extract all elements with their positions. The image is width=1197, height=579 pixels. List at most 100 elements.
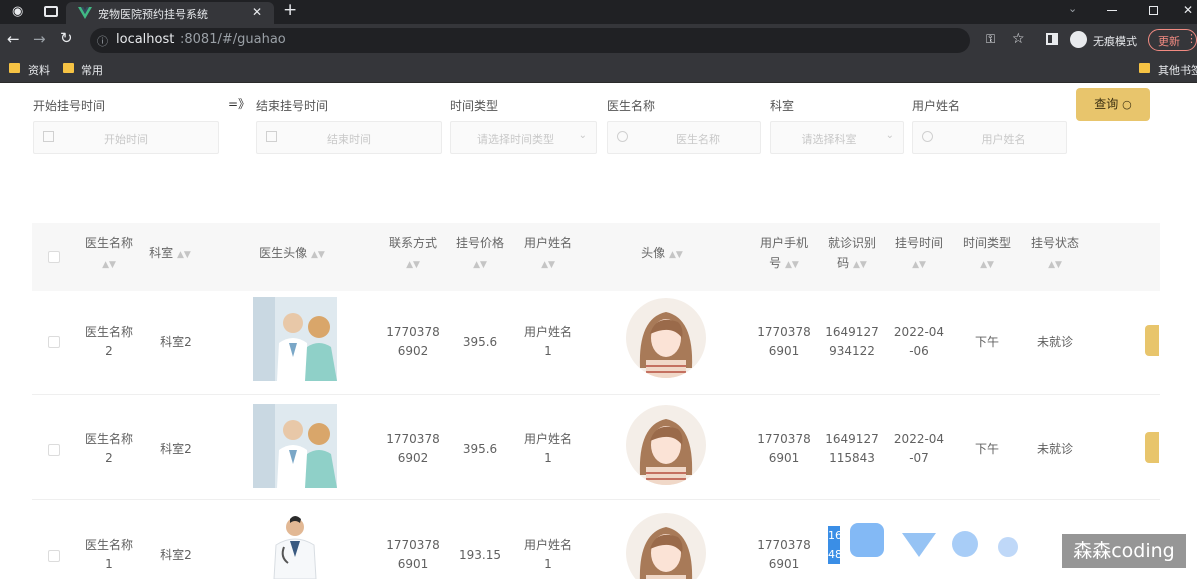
- row-checkbox[interactable]: [48, 444, 60, 456]
- doctor-name-placeholder: 医生名称: [676, 133, 720, 146]
- doctor-name-input[interactable]: 医生名称: [607, 121, 761, 154]
- reg-time-cell: 2022-04 -06: [893, 325, 945, 358]
- sort-icon: ▲▼: [102, 260, 116, 270]
- blurred-overlay: [840, 509, 1096, 579]
- row-action-button[interactable]: [1145, 325, 1159, 356]
- blurred-icon: [952, 531, 978, 557]
- col-reg-time[interactable]: 挂号时间 ▲▼: [890, 233, 948, 275]
- user-phone-cell: 1770378 6901: [757, 325, 811, 358]
- bookmark-item[interactable]: 常用: [81, 62, 103, 78]
- doctor-photo[interactable]: [254, 513, 336, 579]
- tab-active[interactable]: 宠物医院预约挂号系统 ✕: [66, 2, 274, 24]
- tab-search-icon[interactable]: [44, 6, 58, 17]
- key-icon[interactable]: ⚿: [986, 32, 995, 47]
- dept-label: 科室: [770, 99, 795, 113]
- sort-icon: ▲▼: [406, 260, 420, 270]
- user-name-input[interactable]: 用户姓名: [912, 121, 1067, 154]
- price-cell: 395.6: [462, 335, 498, 349]
- code-cell: 1649127 934122: [825, 325, 879, 358]
- start-time-picker[interactable]: 开始时间: [33, 121, 219, 154]
- table-row: 医生名称 2 科室2 1770378 6902 395.6 用户姓名 1 177037…: [32, 398, 1160, 498]
- bookmark-star-icon[interactable]: ☆: [1012, 31, 1025, 47]
- row-checkbox[interactable]: [48, 336, 60, 348]
- user-avatar[interactable]: [626, 405, 706, 485]
- range-arrow: =》: [228, 97, 251, 111]
- doctor-photo[interactable]: [253, 297, 337, 381]
- end-time-placeholder: 结束时间: [327, 133, 371, 146]
- user-avatar[interactable]: [626, 513, 706, 579]
- folder-icon: [1139, 63, 1150, 73]
- bookmarks-bar: 资料 常用 其他书签: [0, 57, 1197, 83]
- forward-icon[interactable]: →: [33, 30, 46, 48]
- query-button[interactable]: 查询 ○: [1076, 88, 1150, 121]
- folder-icon: [9, 63, 20, 73]
- end-time-label: 结束挂号时间: [256, 99, 329, 113]
- watermark: 森森coding: [1062, 534, 1186, 568]
- sort-icon: ▲▼: [853, 260, 867, 270]
- page-content: 开始挂号时间 =》 结束挂号时间 时间类型 医生名称 科室 用户姓名 开始时间 …: [0, 83, 1197, 579]
- col-price[interactable]: 挂号价格 ▲▼: [452, 233, 508, 275]
- select-all-checkbox[interactable]: [48, 251, 60, 263]
- col-doctor-name[interactable]: 医生名称 ▲▼: [78, 233, 140, 275]
- minimize-icon[interactable]: [1107, 10, 1117, 11]
- doctor-name-cell: 医生名称 2: [84, 432, 133, 465]
- col-dept[interactable]: 科室 ▲▼: [144, 243, 196, 265]
- col-avatar[interactable]: 头像 ▲▼: [622, 243, 702, 265]
- new-tab-icon[interactable]: +: [283, 0, 297, 20]
- back-icon[interactable]: ←: [7, 30, 20, 48]
- doctor-name-cell: 医生名称 1: [84, 538, 133, 571]
- bookmark-item[interactable]: 资料: [28, 62, 50, 78]
- sort-icon: ▲▼: [541, 260, 555, 270]
- col-contact[interactable]: 联系方式 ▲▼: [384, 233, 442, 275]
- time-type-cell: 下午: [974, 442, 999, 456]
- start-time-placeholder: 开始时间: [104, 133, 148, 146]
- col-doctor-avatar[interactable]: 医生头像 ▲▼: [247, 243, 337, 265]
- dept-cell: 科室2: [160, 335, 192, 349]
- col-user-name[interactable]: 用户姓名 ▲▼: [520, 233, 576, 275]
- reload-icon[interactable]: ↻: [60, 29, 73, 47]
- end-time-picker[interactable]: 结束时间: [256, 121, 442, 154]
- table-row: 医生名称 1 科室2 1770378 6901 193.15 用户姓名 1 17703…: [32, 503, 1160, 579]
- doctor-photo[interactable]: [253, 404, 337, 488]
- time-type-cell: 下午: [974, 335, 999, 349]
- user-name-cell: 用户姓名 1: [523, 538, 572, 571]
- incognito-label: 无痕模式: [1093, 35, 1137, 48]
- sort-icon: ▲▼: [912, 260, 926, 270]
- price-cell: 395.6: [462, 442, 498, 456]
- window-close-icon[interactable]: ✕: [1183, 3, 1193, 17]
- doctor-name-cell: 医生名称 2: [84, 325, 133, 358]
- chrome-menu-icon[interactable]: ◉: [12, 4, 23, 19]
- col-user-phone[interactable]: 用户手机号 ▲▼: [754, 233, 814, 275]
- status-cell: 未就诊: [1036, 335, 1073, 349]
- omnibox[interactable]: ⓘ localhost :8081/#/guahao ⚿ ☆: [90, 28, 1025, 53]
- user-name-placeholder: 用户姓名: [981, 133, 1026, 146]
- code-cell: 1649127 115843: [825, 432, 879, 465]
- col-code[interactable]: 就诊识别码 ▲▼: [822, 233, 882, 275]
- update-label: 更新: [1158, 35, 1180, 48]
- search-icon: ○: [1122, 98, 1132, 111]
- user-phone-cell: 1770378 6901: [757, 538, 811, 571]
- other-bookmarks[interactable]: 其他书签: [1158, 62, 1197, 78]
- tab-list-chevron-icon[interactable]: ⌄: [1068, 2, 1077, 15]
- row-action-button[interactable]: [1145, 432, 1159, 463]
- user-name-label: 用户姓名: [912, 99, 961, 113]
- user-avatar[interactable]: [626, 298, 706, 378]
- contact-cell: 1770378 6901: [386, 538, 440, 571]
- more-menu-icon[interactable]: ⋮: [1186, 32, 1197, 45]
- dept-select[interactable]: 请选择科室 ⌄: [770, 121, 904, 154]
- user-name-cell: 用户姓名 1: [523, 432, 572, 465]
- blurred-icon: [850, 523, 884, 557]
- doctor-name-label: 医生名称: [607, 99, 656, 113]
- side-panel-icon[interactable]: [1046, 33, 1058, 45]
- col-status[interactable]: 挂号状态 ▲▼: [1026, 233, 1084, 275]
- url-host: localhost: [116, 32, 175, 47]
- row-checkbox[interactable]: [48, 550, 60, 562]
- time-type-select[interactable]: 请选择时间类型 ⌄: [450, 121, 597, 154]
- restore-icon[interactable]: [1149, 6, 1158, 15]
- update-button[interactable]: 更新 ⋮: [1148, 29, 1197, 51]
- tab-close-icon[interactable]: ✕: [252, 5, 262, 19]
- status-cell: 未就诊: [1036, 442, 1073, 456]
- col-time-type[interactable]: 时间类型 ▲▼: [958, 233, 1016, 275]
- dept-cell: 科室2: [160, 548, 192, 562]
- site-info-icon[interactable]: ⓘ: [97, 33, 108, 49]
